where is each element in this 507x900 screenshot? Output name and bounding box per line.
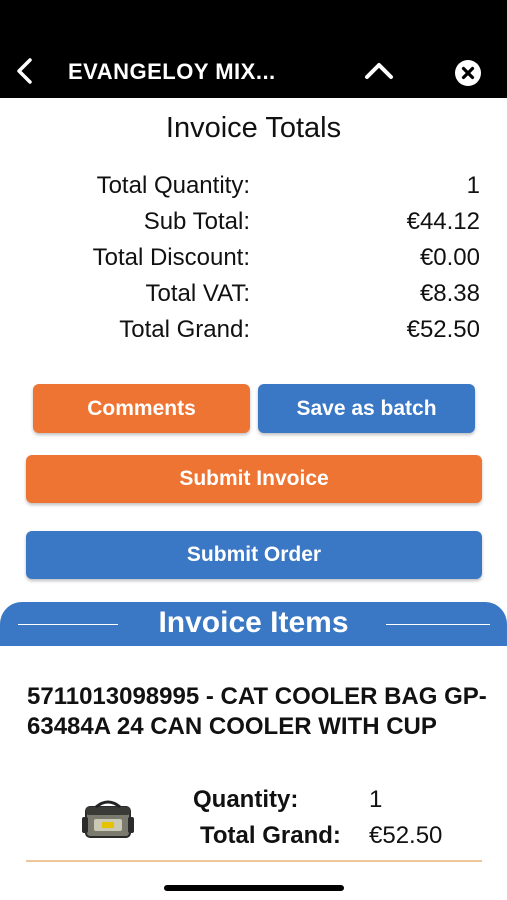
collapse-button[interactable] [362, 58, 396, 84]
invoice-totals-title: Invoice Totals [165, 112, 342, 144]
item-total-value: €52.50 [369, 822, 443, 849]
totals-label: Total Grand: [119, 316, 250, 343]
totals-label: Total VAT: [145, 280, 250, 307]
nav-bar: EVANGELOY MIX... [0, 44, 507, 98]
totals-value: €8.38 [419, 280, 480, 307]
status-bar [0, 0, 507, 44]
totals-row-vat: Total VAT: €8.38 [0, 276, 507, 312]
totals-value: 1 [466, 172, 480, 199]
invoice-items-header: Invoice Items [0, 602, 507, 646]
close-icon [461, 66, 475, 80]
chevron-up-icon [365, 63, 393, 79]
cooler-bag-icon [80, 797, 136, 843]
totals-row-subtotal: Sub Total: €44.12 [0, 204, 507, 240]
invoice-items-title: Invoice Items [158, 606, 349, 639]
nav-title: EVANGELOY MIX... [68, 59, 276, 84]
header-divider-right [386, 624, 490, 625]
totals-label: Total Quantity: [96, 172, 250, 199]
totals-value: €0.00 [419, 244, 480, 271]
totals-value: €52.50 [406, 316, 480, 343]
comments-button[interactable]: Comments [33, 384, 250, 433]
home-indicator[interactable] [164, 885, 344, 891]
item-description[interactable]: 5711013098995 - CAT COOLER BAG GP-63484A… [27, 682, 487, 742]
submit-invoice-button[interactable]: Submit Invoice [26, 455, 482, 503]
chevron-left-icon [17, 58, 32, 84]
submit-order-button[interactable]: Submit Order [26, 531, 482, 579]
totals-table: Total Quantity: 1 Sub Total: €44.12 Tota… [0, 168, 507, 348]
item-total-label: Total Grand: [200, 822, 341, 849]
quantity-value: 1 [369, 786, 383, 813]
totals-row-quantity: Total Quantity: 1 [0, 168, 507, 204]
close-button[interactable] [455, 60, 481, 86]
back-button[interactable] [10, 56, 40, 86]
totals-value: €44.12 [406, 208, 480, 235]
save-as-batch-button[interactable]: Save as batch [258, 384, 475, 433]
quantity-label: Quantity: [193, 786, 299, 813]
totals-label: Sub Total: [143, 208, 250, 235]
item-divider [26, 860, 482, 862]
totals-row-discount: Total Discount: €0.00 [0, 240, 507, 276]
totals-row-grand: Total Grand: €52.50 [0, 312, 507, 348]
totals-label: Total Discount: [92, 244, 250, 271]
